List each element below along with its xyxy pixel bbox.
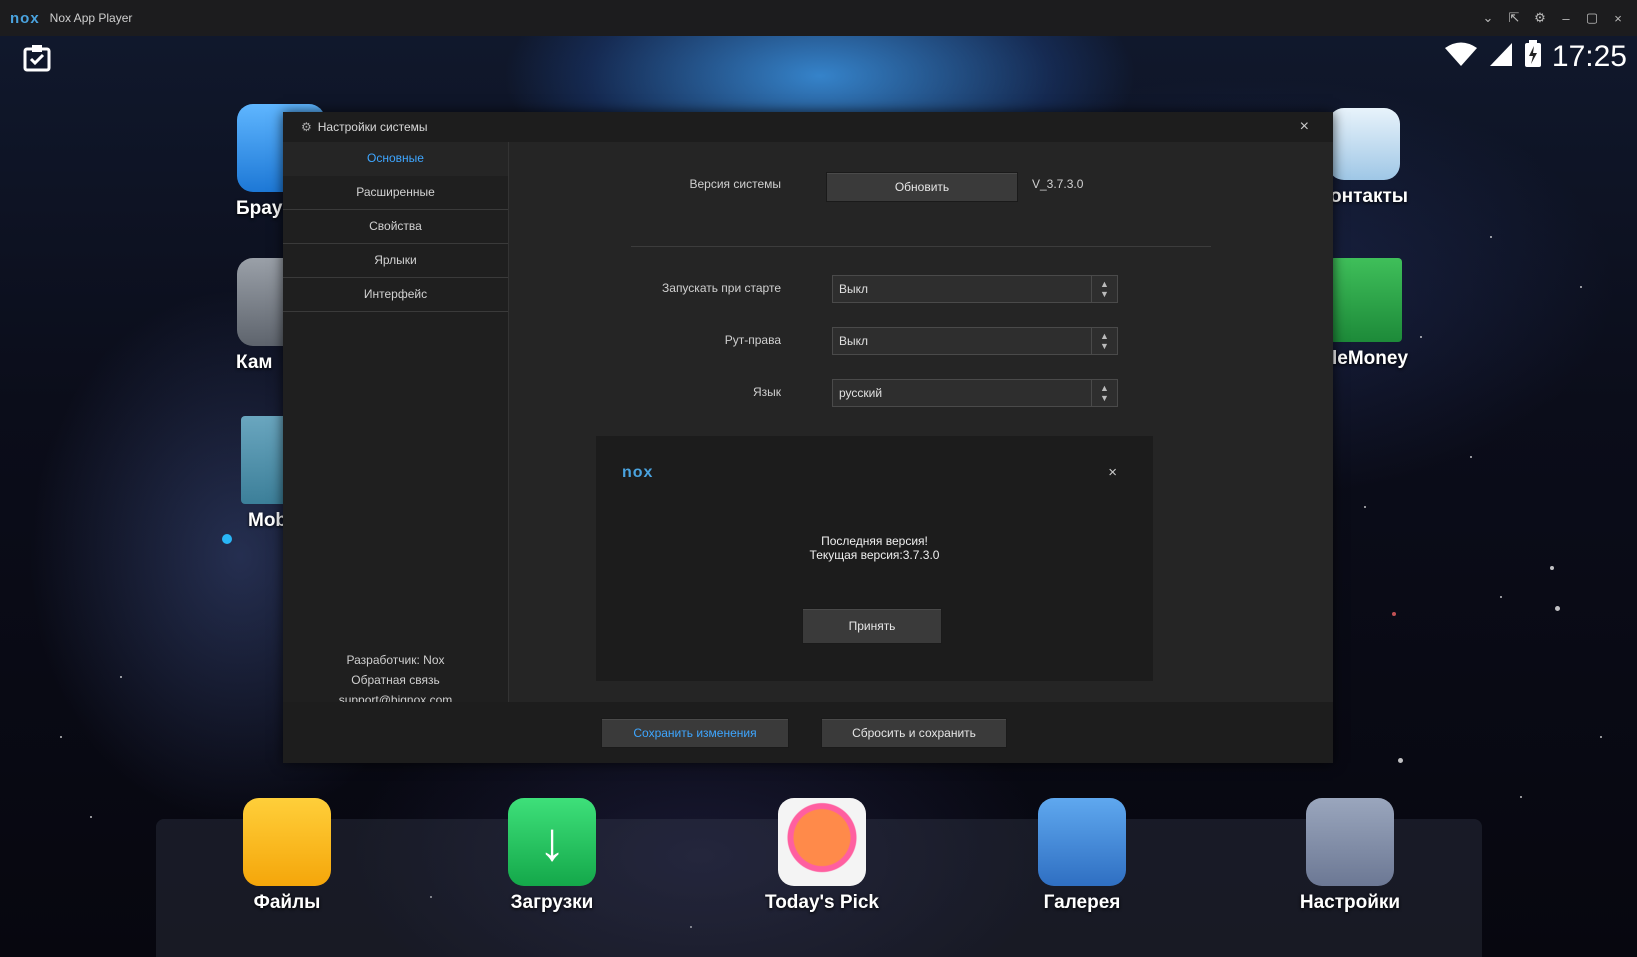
- latest-version-text: Последняя версия!: [821, 534, 928, 548]
- settings-sidebar: Основные Расширенные Свойства Ярлыки Инт…: [283, 142, 509, 707]
- balloons-icon: [778, 798, 866, 886]
- star: [1600, 736, 1602, 738]
- window-controls: ⌄ ⇱ ⚙ – ▢ ×: [1475, 0, 1631, 36]
- close-window-icon[interactable]: ×: [1605, 11, 1631, 26]
- tab-advanced[interactable]: Расширенные: [283, 176, 508, 210]
- dock-files[interactable]: Файлы: [232, 798, 342, 914]
- update-popup: nox × Последняя версия! Текущая версия:3…: [596, 436, 1153, 681]
- close-icon[interactable]: ×: [1300, 118, 1309, 136]
- autostart-label: Запускать при старте: [662, 281, 781, 295]
- wifi-icon: [1444, 41, 1478, 73]
- dock-downloads[interactable]: ↓ Загрузки: [497, 798, 607, 914]
- dock-settings[interactable]: Настройки: [1290, 798, 1410, 914]
- app-label: Галерея: [1043, 892, 1121, 913]
- tab-interface[interactable]: Интерфейс: [283, 278, 508, 312]
- gallery-icon: [1038, 798, 1126, 886]
- clipboard-icon[interactable]: [22, 44, 52, 72]
- divider: [631, 246, 1211, 247]
- save-changes-button[interactable]: Сохранить изменения: [601, 718, 789, 748]
- root-label: Рут-права: [724, 333, 781, 347]
- reset-and-save-button[interactable]: Сбросить и сохранить: [821, 718, 1007, 748]
- star: [1420, 336, 1422, 338]
- close-icon[interactable]: ×: [1108, 464, 1117, 481]
- popup-message: Последняя версия! Текущая версия:3.7.3.0: [596, 534, 1153, 562]
- tab-basic[interactable]: Основные: [283, 142, 508, 176]
- update-button[interactable]: Обновить: [826, 172, 1018, 202]
- star: [1470, 456, 1472, 458]
- developer-info: Разработчик: Nox Обратная связь support@…: [283, 650, 508, 710]
- download-icon: ↓: [508, 798, 596, 886]
- star: [90, 816, 92, 818]
- app-label: Today's Pick: [765, 892, 879, 913]
- language-label: Язык: [752, 385, 781, 399]
- language-value: русский: [839, 386, 883, 400]
- status-bar: 17:25: [1444, 40, 1627, 74]
- dock-gallery[interactable]: Галерея: [1027, 798, 1137, 914]
- nox-logo: nox: [622, 464, 654, 481]
- accept-button[interactable]: Принять: [802, 608, 942, 644]
- star: [1500, 596, 1502, 598]
- dock-todays-pick[interactable]: Today's Pick: [757, 798, 887, 914]
- star: [1490, 236, 1492, 238]
- autostart-value: Выкл: [839, 282, 869, 296]
- app-label: Настройки: [1299, 892, 1401, 913]
- current-version-text: Текущая версия:3.7.3.0: [809, 548, 940, 562]
- emulator-titlebar: nox Nox App Player ⌄ ⇱ ⚙ – ▢ ×: [0, 0, 1637, 36]
- maximize-icon[interactable]: ▢: [1579, 10, 1605, 26]
- pin-icon[interactable]: ⇱: [1501, 10, 1527, 26]
- star: [1520, 796, 1522, 798]
- equalizer-settings-icon: [1306, 798, 1394, 886]
- star: [1550, 566, 1554, 570]
- developer-label: Разработчик: Nox: [346, 653, 445, 667]
- contacts-icon: [1328, 108, 1400, 180]
- app-label: онтакты: [1330, 186, 1408, 207]
- language-select[interactable]: русский ▲ ▼: [832, 379, 1118, 407]
- star: [1580, 286, 1582, 288]
- updown-icon: ▲ ▼: [1091, 380, 1117, 406]
- version-value: V_3.7.3.0: [1032, 177, 1084, 191]
- battery-charging-icon: [1524, 40, 1542, 74]
- app-label: leMoney: [1332, 348, 1409, 369]
- star: [60, 736, 62, 738]
- dialog-footer: Сохранить изменения Сбросить и сохранить: [283, 702, 1333, 763]
- root-select[interactable]: Выкл ▲ ▼: [832, 327, 1118, 355]
- app-label: Файлы: [253, 892, 321, 913]
- star: [1398, 758, 1403, 763]
- nox-logo: nox: [10, 9, 40, 27]
- star: [1364, 506, 1366, 508]
- minimize-icon[interactable]: –: [1553, 11, 1579, 26]
- dialog-title: Настройки системы: [317, 120, 428, 134]
- tab-properties[interactable]: Свойства: [283, 210, 508, 244]
- dropdown-icon[interactable]: ⌄: [1475, 10, 1501, 26]
- star: [120, 676, 122, 678]
- gear-icon: ⚙: [301, 120, 312, 134]
- tab-shortcuts[interactable]: Ярлыки: [283, 244, 508, 278]
- root-value: Выкл: [839, 334, 869, 348]
- status-clock: 17:25: [1551, 40, 1627, 73]
- signal-icon: [1488, 41, 1514, 73]
- new-app-dot: [222, 534, 232, 544]
- settings-gear-icon[interactable]: ⚙: [1527, 10, 1553, 26]
- autostart-select[interactable]: Выкл ▲ ▼: [832, 275, 1118, 303]
- star: [1392, 612, 1396, 616]
- feedback-link[interactable]: Обратная связь: [283, 670, 508, 690]
- folder-icon: [243, 798, 331, 886]
- telemoney-icon: [1330, 258, 1402, 342]
- system-settings-dialog: ⚙ Настройки системы × Основные Расширенн…: [283, 112, 1333, 763]
- app-label: Загрузки: [510, 892, 594, 913]
- window-title: Nox App Player: [49, 11, 133, 25]
- dialog-header: ⚙ Настройки системы ×: [283, 112, 1333, 142]
- version-label: Версия системы: [689, 177, 782, 191]
- updown-icon: ▲ ▼: [1091, 328, 1117, 354]
- updown-icon: ▲ ▼: [1091, 276, 1117, 302]
- star: [1555, 606, 1560, 611]
